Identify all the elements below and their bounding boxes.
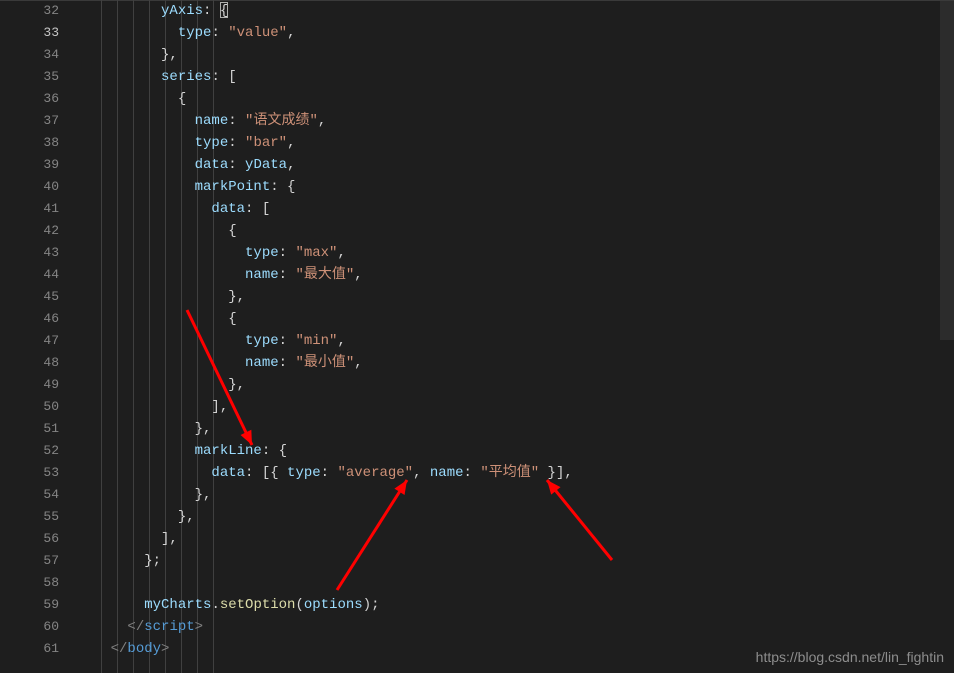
code-line[interactable]: type: "max", [77, 242, 954, 264]
line-number: 40 [22, 176, 59, 198]
code-line[interactable] [77, 572, 954, 594]
line-number: 58 [22, 572, 59, 594]
line-number: 33 [22, 22, 59, 44]
code-line[interactable]: ], [77, 528, 954, 550]
code-line[interactable]: }, [77, 286, 954, 308]
line-number: 38 [22, 132, 59, 154]
code-line[interactable]: }, [77, 506, 954, 528]
line-number: 36 [22, 88, 59, 110]
vertical-scrollbar[interactable] [940, 0, 954, 673]
line-number: 61 [22, 638, 59, 660]
code-line[interactable]: }; [77, 550, 954, 572]
line-number: 34 [22, 44, 59, 66]
line-number-gutter: 3233343536373839404142434445464748495051… [22, 0, 77, 673]
line-number: 48 [22, 352, 59, 374]
code-line[interactable]: ], [77, 396, 954, 418]
code-line[interactable]: series: [ [77, 66, 954, 88]
code-line[interactable]: type: "bar", [77, 132, 954, 154]
line-number: 50 [22, 396, 59, 418]
line-number: 41 [22, 198, 59, 220]
code-line[interactable]: data: yData, [77, 154, 954, 176]
line-number: 37 [22, 110, 59, 132]
code-line[interactable]: name: "最小值", [77, 352, 954, 374]
code-line[interactable]: data: [{ type: "average", name: "平均值" }]… [77, 462, 954, 484]
scrollbar-thumb[interactable] [940, 0, 954, 340]
code-line[interactable]: { [77, 88, 954, 110]
line-number: 47 [22, 330, 59, 352]
code-line[interactable]: { [77, 220, 954, 242]
code-line[interactable]: }, [77, 418, 954, 440]
code-line[interactable]: type: "value", [77, 22, 954, 44]
line-number: 54 [22, 484, 59, 506]
line-number: 53 [22, 462, 59, 484]
line-number: 35 [22, 66, 59, 88]
left-gutter [0, 0, 22, 673]
line-number: 32 [22, 0, 59, 22]
line-number: 55 [22, 506, 59, 528]
code-line[interactable]: yAxis: { [77, 0, 954, 22]
code-line[interactable]: }, [77, 484, 954, 506]
line-number: 43 [22, 242, 59, 264]
line-number: 44 [22, 264, 59, 286]
line-number: 51 [22, 418, 59, 440]
line-number: 42 [22, 220, 59, 242]
code-area[interactable]: yAxis: { type: "value", }, series: [ { n… [77, 0, 954, 673]
line-number: 49 [22, 374, 59, 396]
code-line[interactable]: type: "min", [77, 330, 954, 352]
line-number: 56 [22, 528, 59, 550]
line-number: 39 [22, 154, 59, 176]
code-line[interactable]: data: [ [77, 198, 954, 220]
code-line[interactable]: </script> [77, 616, 954, 638]
code-line[interactable]: name: "最大值", [77, 264, 954, 286]
code-line[interactable]: name: "语文成绩", [77, 110, 954, 132]
line-number: 57 [22, 550, 59, 572]
code-line[interactable]: myCharts.setOption(options); [77, 594, 954, 616]
line-number: 52 [22, 440, 59, 462]
code-editor[interactable]: 3233343536373839404142434445464748495051… [0, 0, 954, 673]
code-line[interactable]: markPoint: { [77, 176, 954, 198]
code-line[interactable]: }, [77, 374, 954, 396]
line-number: 45 [22, 286, 59, 308]
code-line[interactable]: { [77, 308, 954, 330]
line-number: 46 [22, 308, 59, 330]
code-line[interactable]: markLine: { [77, 440, 954, 462]
line-number: 59 [22, 594, 59, 616]
watermark: https://blog.csdn.net/lin_fightin [756, 649, 944, 665]
code-line[interactable]: }, [77, 44, 954, 66]
line-number: 60 [22, 616, 59, 638]
